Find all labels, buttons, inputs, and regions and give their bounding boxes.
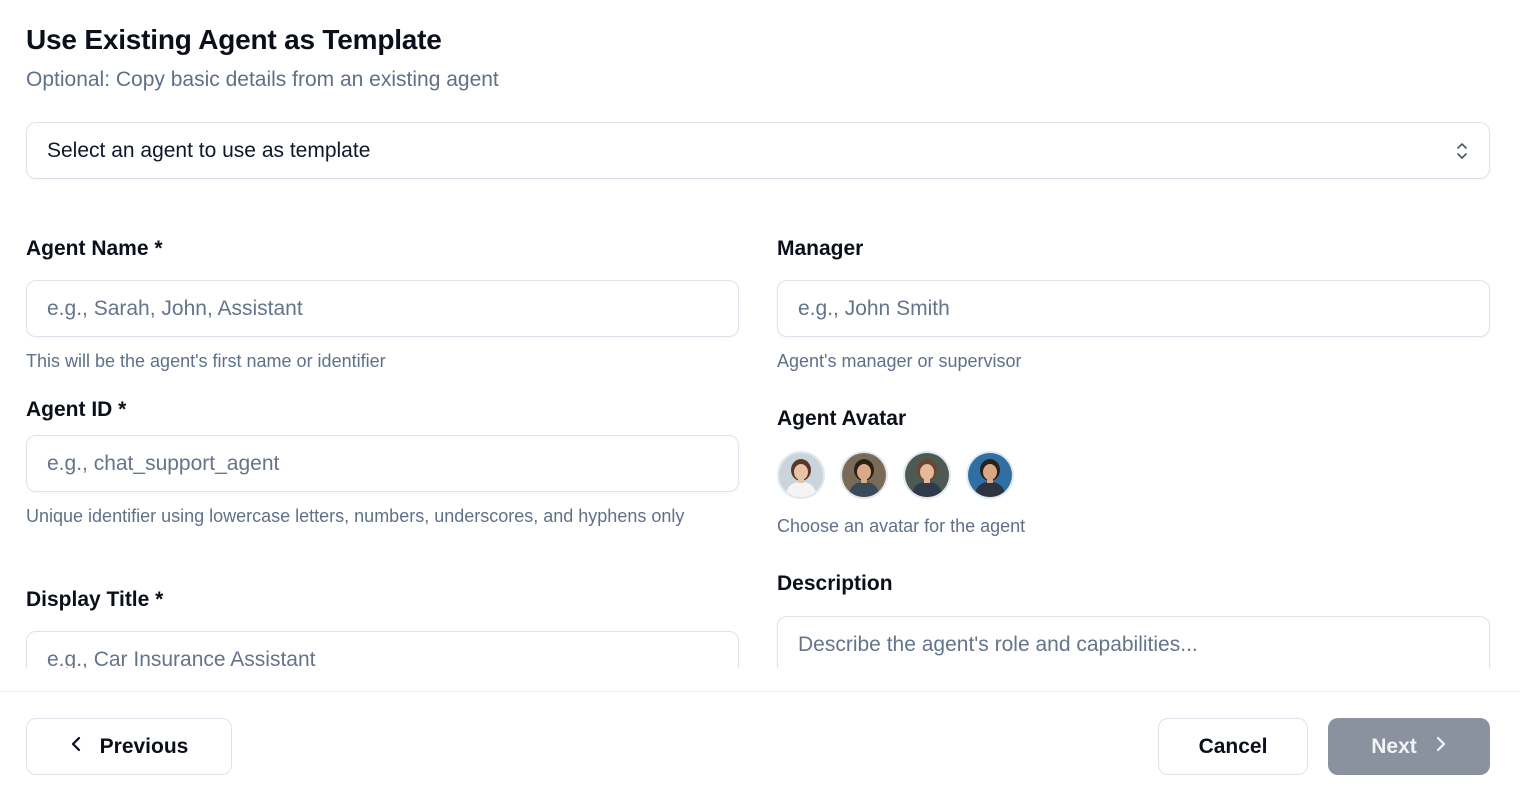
avatar-2[interactable] xyxy=(840,451,888,499)
avatar-4[interactable] xyxy=(966,451,1014,499)
agent-id-input[interactable]: e.g., chat_support_agent xyxy=(26,435,739,492)
chevron-left-icon xyxy=(70,735,82,759)
previous-button[interactable]: Previous xyxy=(26,718,232,775)
template-select-value: Select an agent to use as template xyxy=(47,138,371,162)
avatar-3[interactable] xyxy=(903,451,951,499)
agent-name-label: Agent Name * xyxy=(26,237,163,260)
manager-help: Agent's manager or supervisor xyxy=(777,351,1022,371)
avatar-portrait-icon xyxy=(905,453,949,497)
footer-divider xyxy=(0,691,1520,692)
avatar-portrait-icon xyxy=(779,453,823,497)
page-title: Use Existing Agent as Template xyxy=(26,24,442,55)
manager-placeholder: e.g., John Smith xyxy=(798,296,950,320)
agent-id-label: Agent ID * xyxy=(26,398,127,421)
cancel-label: Cancel xyxy=(1198,734,1268,758)
agent-avatar-help: Choose an avatar for the agent xyxy=(777,516,1026,536)
manager-label: Manager xyxy=(777,237,864,260)
manager-input[interactable]: e.g., John Smith xyxy=(777,280,1490,337)
agent-id-placeholder: e.g., chat_support_agent xyxy=(47,451,280,475)
avatar-1[interactable] xyxy=(777,451,825,499)
display-title-placeholder: e.g., Car Insurance Assistant xyxy=(47,647,316,669)
next-label: Next xyxy=(1371,734,1417,758)
cancel-button[interactable]: Cancel xyxy=(1158,718,1308,775)
description-placeholder: Describe the agent's role and capabiliti… xyxy=(798,633,1198,656)
avatar-portrait-icon xyxy=(968,453,1012,497)
agent-name-placeholder: e.g., Sarah, John, Assistant xyxy=(47,296,303,320)
description-textarea[interactable]: Describe the agent's role and capabiliti… xyxy=(777,616,1490,668)
description-label: Description xyxy=(777,572,893,595)
template-agent-select[interactable]: Select an agent to use as template xyxy=(26,122,1490,179)
agent-avatar-label: Agent Avatar xyxy=(777,407,907,430)
chevron-right-icon xyxy=(1435,735,1447,759)
form-scroll-area[interactable]: Use Existing Agent as Template Optional:… xyxy=(0,0,1520,668)
avatar-portrait-icon xyxy=(842,453,886,497)
agent-name-help: This will be the agent's first name or i… xyxy=(26,351,386,371)
avatar-picker xyxy=(777,451,1014,499)
agent-id-help: Unique identifier using lowercase letter… xyxy=(26,506,685,526)
display-title-label: Display Title * xyxy=(26,588,164,611)
next-button[interactable]: Next xyxy=(1328,718,1490,775)
chevron-up-down-icon xyxy=(1455,141,1469,161)
page-subtitle: Optional: Copy basic details from an exi… xyxy=(26,68,499,91)
agent-name-input[interactable]: e.g., Sarah, John, Assistant xyxy=(26,280,739,337)
display-title-input[interactable]: e.g., Car Insurance Assistant xyxy=(26,631,739,668)
previous-label: Previous xyxy=(99,734,189,758)
